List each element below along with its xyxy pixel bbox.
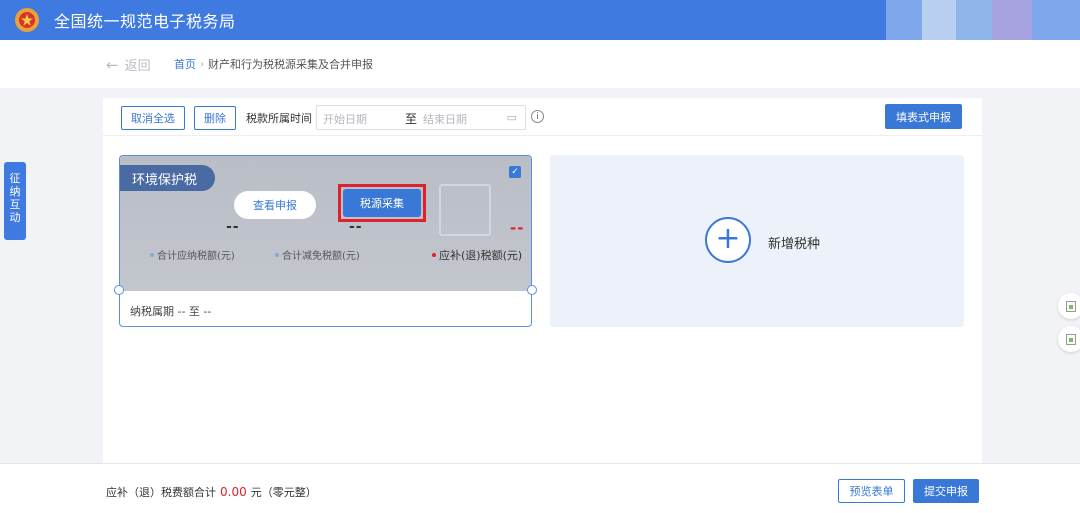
period-label: 税款所属时间 <box>246 112 312 125</box>
side-tab-char: 征 <box>9 172 21 185</box>
toolbar: 取消全选 删除 税款所属时间 开始日期 至 结束日期 ▭ i 填表式申报 <box>103 98 982 136</box>
app-title: 全国统一规范电子税务局 <box>54 12 236 31</box>
card-notch-right <box>527 285 537 295</box>
total-label: 应补（退）税费额合计 <box>106 486 216 499</box>
broken-image-icon <box>1066 333 1076 345</box>
payable-value: -- <box>226 219 240 235</box>
date-end-input[interactable]: 结束日期 <box>423 111 467 127</box>
breadcrumb: 首页 › 财产和行为税税源采集及合并申报 <box>174 56 373 72</box>
metric-refund: 应补(退)税额(元) <box>432 247 522 263</box>
arrow-left-icon: ← <box>106 55 119 74</box>
calendar-icon[interactable]: ▭ <box>507 111 517 124</box>
back-button[interactable]: ← 返回 <box>106 55 151 75</box>
metric-label: 合计减免税额(元) <box>282 251 360 262</box>
breadcrumb-current: 财产和行为税税源采集及合并申报 <box>208 58 373 71</box>
deselect-all-button[interactable]: 取消全选 <box>121 106 185 130</box>
date-range-picker[interactable]: 开始日期 至 结束日期 ▭ <box>316 105 526 130</box>
delete-button[interactable]: 删除 <box>194 106 236 130</box>
reduction-value: -- <box>349 219 363 235</box>
side-tab-char: 动 <box>9 211 21 224</box>
metric-label: 合计应纳税额(元) <box>157 251 235 262</box>
float-button-1[interactable] <box>1058 293 1080 319</box>
submit-declaration-button[interactable]: 提交申报 <box>913 479 979 503</box>
checkbox-icon[interactable]: ✓ <box>509 166 521 178</box>
bullet-icon <box>275 252 279 257</box>
side-interaction-tab[interactable]: 征 纳 互 动 <box>4 162 26 240</box>
refund-value: -- <box>510 219 525 237</box>
total-unit: 元（零元整） <box>250 486 317 499</box>
info-circle-icon[interactable]: i <box>531 110 544 123</box>
date-to-label: 至 <box>405 112 418 126</box>
total-summary: 应补（退）税费额合计 0.00 元（零元整） <box>106 484 317 500</box>
total-amount: 0.00 <box>220 485 247 499</box>
main-panel: 取消全选 删除 税款所属时间 开始日期 至 结束日期 ▭ i 填表式申报 环境保… <box>103 98 982 464</box>
tax-emblem-icon <box>14 7 40 33</box>
float-button-2[interactable] <box>1058 326 1080 352</box>
card-notch-left <box>114 285 124 295</box>
footer-bar: 应补（退）税费额合计 0.00 元（零元整） 预览表单 提交申报 <box>0 463 1080 513</box>
broken-image-icon <box>1066 300 1076 312</box>
view-declaration-button[interactable]: 查看申报 <box>234 191 316 219</box>
metric-label: 应补(退)税额(元) <box>439 249 523 262</box>
user-area-blurred <box>886 0 1080 40</box>
breadcrumb-home[interactable]: 首页 <box>174 56 196 72</box>
back-label: 返回 <box>124 59 151 74</box>
tax-card-overlay: 环境保护税 ✓ 查看申报 税源采集 -- -- -- 合计应纳税额(元) 合计减… <box>120 156 531 291</box>
date-start-input[interactable]: 开始日期 <box>323 111 367 127</box>
tax-source-collect-button[interactable]: 税源采集 <box>343 189 421 217</box>
add-tax-type-label: 新增税种 <box>768 237 821 252</box>
tax-period: 纳税属期 -- 至 -- <box>130 305 212 318</box>
side-tab-char: 纳 <box>9 185 21 198</box>
metric-payable: 合计应纳税额(元) <box>150 247 235 262</box>
side-tab-char: 互 <box>9 198 21 211</box>
add-tax-type-card[interactable]: + 新增税种 <box>550 155 964 327</box>
tax-name-tag: 环境保护税 <box>120 165 216 191</box>
preview-form-button[interactable]: 预览表单 <box>838 479 905 503</box>
bullet-icon <box>432 253 436 257</box>
page-header: ← 返回 首页 › 财产和行为税税源采集及合并申报 <box>0 40 1080 88</box>
top-bar: 全国统一规范电子税务局 <box>0 0 1080 40</box>
tax-card[interactable]: 环境保护税 ✓ 查看申报 税源采集 -- -- -- 合计应纳税额(元) 合计减… <box>119 155 532 327</box>
watermark-icon <box>439 184 491 236</box>
metric-reduction: 合计减免税额(元) <box>275 247 360 262</box>
form-declare-button[interactable]: 填表式申报 <box>885 104 962 129</box>
bullet-icon <box>150 252 154 257</box>
plus-circle-icon[interactable]: + <box>705 217 751 263</box>
breadcrumb-separator-icon: › <box>200 58 204 70</box>
